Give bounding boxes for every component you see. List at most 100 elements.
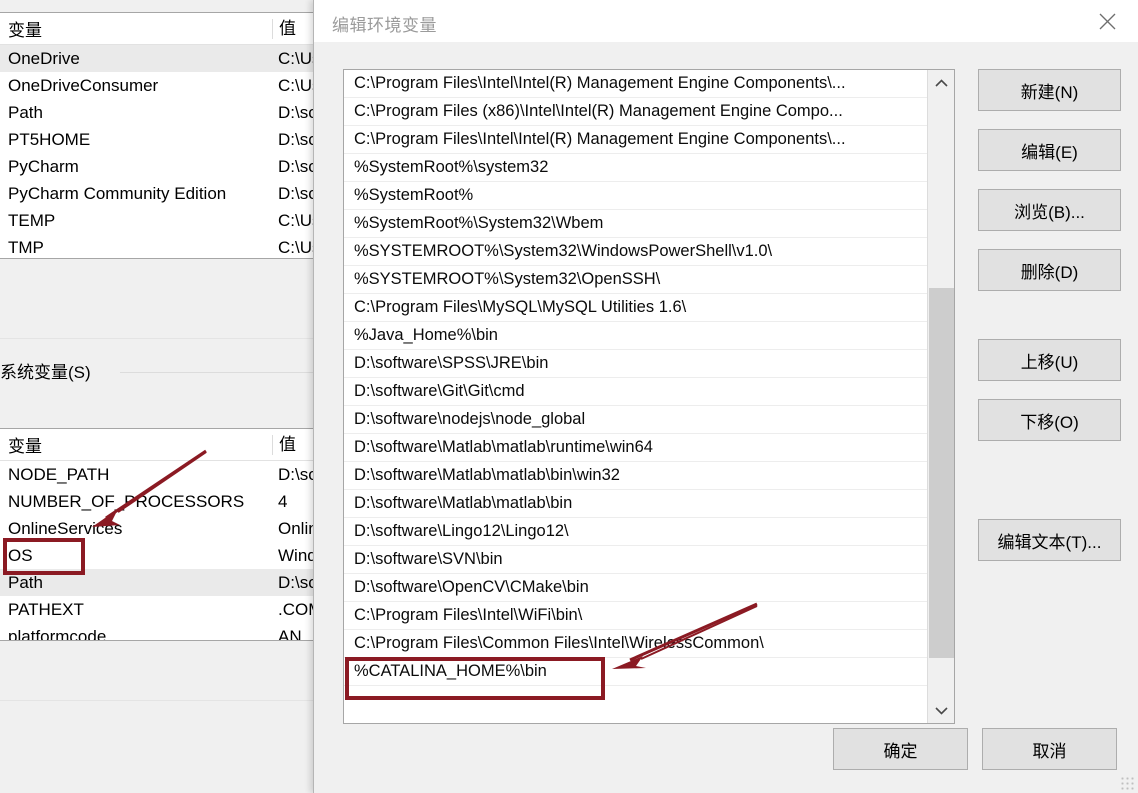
variable-value-cell: D:\so xyxy=(278,572,314,592)
path-entry-row[interactable]: %CATALINA_HOME%\bin xyxy=(344,658,927,686)
path-entry-row[interactable]: D:\software\OpenCV\CMake\bin xyxy=(344,574,927,602)
new-button-label: 新建(N) xyxy=(1020,82,1079,102)
variable-value-cell: C:\Us xyxy=(278,48,313,68)
column-header-variable[interactable]: 变量 xyxy=(0,16,272,41)
variable-value-cell: C:\Us xyxy=(278,75,313,95)
move-down-button[interactable]: 下移(O) xyxy=(978,399,1121,441)
new-button[interactable]: 新建(N) xyxy=(978,69,1121,111)
close-icon[interactable] xyxy=(1084,2,1130,40)
path-entry-row[interactable]: C:\Program Files (x86)\Intel\Intel(R) Ma… xyxy=(344,98,927,126)
browse-button[interactable]: 浏览(B)... xyxy=(978,189,1121,231)
edit-environment-variable-dialog: 编辑环境变量 C:\Program Files\Intel\Intel(R) M… xyxy=(313,0,1138,793)
section-rule xyxy=(120,372,313,373)
table-row[interactable]: PATHEXT .COM xyxy=(0,596,313,623)
path-entry-row[interactable]: D:\software\Matlab\matlab\bin xyxy=(344,490,927,518)
panel-divider xyxy=(0,338,313,339)
ok-button[interactable]: 确定 xyxy=(833,728,968,770)
cancel-button[interactable]: 取消 xyxy=(982,728,1117,770)
panel-divider-bottom xyxy=(0,700,313,701)
path-entry-row[interactable]: %SystemRoot%\system32 xyxy=(344,154,927,182)
variable-value-cell: .COM xyxy=(278,599,313,619)
variable-name-cell: OneDrive xyxy=(8,48,80,68)
variable-name-cell: PT5HOME xyxy=(8,129,91,149)
scrollbar-thumb[interactable] xyxy=(929,288,954,658)
table-row[interactable]: OneDriveConsumer C:\Us xyxy=(0,72,313,99)
table-row[interactable]: TMP C:\Us xyxy=(0,234,313,258)
variable-name-cell: OnlineServices xyxy=(8,518,123,538)
path-entry-row[interactable]: D:\software\Matlab\matlab\bin\win32 xyxy=(344,462,927,490)
system-variables-label-text: 系统变量(S) xyxy=(0,363,91,382)
variable-value-cell: AN xyxy=(278,626,302,641)
variable-value-cell: D:\so xyxy=(278,129,314,149)
system-variables-section-label: 系统变量(S) xyxy=(0,358,313,383)
table-row[interactable]: OS Windo xyxy=(0,542,313,569)
screenshot-root: 变量 值 OneDrive C:\Us OneDriveConsumer C:\Us P… xyxy=(0,0,1138,793)
system-variables-table[interactable]: 变量 值 NODE_PATH D:\so NUMBER_OF_PROCESSORS 4… xyxy=(0,428,314,641)
table-row[interactable]: TEMP C:\Us xyxy=(0,207,313,234)
table-row[interactable]: OneDrive C:\Us xyxy=(0,45,313,72)
move-down-button-label: 下移(O) xyxy=(1020,412,1079,432)
table-row[interactable]: PT5HOME D:\so xyxy=(0,126,314,153)
variable-value-cell: D:\so xyxy=(278,156,314,176)
edit-button-label: 编辑(E) xyxy=(1021,142,1078,162)
user-variables-header: 变量 值 xyxy=(0,13,313,45)
variable-value-cell: Onlin xyxy=(278,518,314,538)
path-entry-row[interactable]: %Java_Home%\bin xyxy=(344,322,927,350)
chevron-down-icon[interactable] xyxy=(928,697,954,723)
environment-variables-window: 变量 值 OneDrive C:\Us OneDriveConsumer C:\Us P… xyxy=(0,0,314,793)
system-variables-header: 变量 值 xyxy=(0,429,313,461)
listbox-scrollbar[interactable] xyxy=(927,70,954,723)
path-entry-row[interactable]: %SYSTEMROOT%\System32\OpenSSH\ xyxy=(344,266,927,294)
variable-name-cell: platformcode xyxy=(8,626,107,641)
path-entry-row[interactable]: C:\Program Files\Intel\WiFi\bin\ xyxy=(344,602,927,630)
variable-name-cell: PyCharm Community Edition xyxy=(8,183,227,203)
path-entry-row[interactable]: C:\Program Files\Intel\Intel(R) Manageme… xyxy=(344,126,927,154)
table-row[interactable]: PyCharm D:\so xyxy=(0,153,314,180)
table-row[interactable]: NUMBER_OF_PROCESSORS 4 xyxy=(0,488,313,515)
edit-button[interactable]: 编辑(E) xyxy=(978,129,1121,171)
path-entry-row[interactable]: D:\software\Matlab\matlab\runtime\win64 xyxy=(344,434,927,462)
table-row[interactable]: platformcode AN xyxy=(0,623,313,641)
edit-text-button-label: 编辑文本(T)... xyxy=(997,532,1102,552)
path-entry-row[interactable]: C:\Program Files\Common Files\Intel\Wire… xyxy=(344,630,927,658)
variable-name-cell: NUMBER_OF_PROCESSORS xyxy=(8,491,245,511)
variable-value-cell: Windo xyxy=(278,545,313,565)
variable-name-cell: TMP xyxy=(8,237,44,257)
path-entries-listbox[interactable]: C:\Program Files\Intel\Intel(R) Manageme… xyxy=(343,69,955,724)
resize-grip-icon xyxy=(1120,776,1134,790)
table-row[interactable]: Path D:\so xyxy=(0,569,314,596)
dialog-body: C:\Program Files\Intel\Intel(R) Manageme… xyxy=(314,42,1138,793)
path-entry-row[interactable]: D:\software\nodejs\node_global xyxy=(344,406,927,434)
table-row[interactable]: PyCharm Community Edition D:\so xyxy=(0,180,313,207)
path-entry-row[interactable]: C:\Program Files\Intel\Intel(R) Manageme… xyxy=(344,70,927,98)
variable-value-cell: D:\so xyxy=(278,102,314,122)
move-up-button[interactable]: 上移(U) xyxy=(978,339,1121,381)
variable-value-cell: 4 xyxy=(278,491,288,511)
table-row[interactable]: OnlineServices Onlin xyxy=(0,515,314,542)
chevron-up-icon[interactable] xyxy=(928,70,954,96)
column-header-variable[interactable]: 变量 xyxy=(0,432,272,457)
path-entry-row[interactable]: %SystemRoot% xyxy=(344,182,927,210)
variable-value-cell: C:\Us xyxy=(278,210,313,230)
path-entry-row[interactable]: %SystemRoot%\System32\Wbem xyxy=(344,210,927,238)
path-entry-row[interactable]: D:\software\Lingo12\Lingo12\ xyxy=(344,518,927,546)
delete-button-label: 删除(D) xyxy=(1020,262,1079,282)
column-header-value[interactable]: 值 xyxy=(272,18,313,39)
path-entry-row[interactable]: D:\software\Git\Git\cmd xyxy=(344,378,927,406)
user-variables-table[interactable]: 变量 值 OneDrive C:\Us OneDriveConsumer C:\Us P… xyxy=(0,12,314,259)
column-header-value[interactable]: 值 xyxy=(272,434,313,455)
table-row[interactable]: Path D:\so xyxy=(0,99,314,126)
delete-button[interactable]: 删除(D) xyxy=(978,249,1121,291)
variable-name-cell: OS xyxy=(8,545,33,565)
variable-name-cell: PATHEXT xyxy=(8,599,84,619)
path-entry-row[interactable]: C:\Program Files\MySQL\MySQL Utilities 1… xyxy=(344,294,927,322)
table-row[interactable]: NODE_PATH D:\so xyxy=(0,461,314,488)
path-entry-row[interactable]: D:\software\SVN\bin xyxy=(344,546,927,574)
variable-value-cell: D:\so xyxy=(278,464,314,484)
path-entry-row[interactable]: %SYSTEMROOT%\System32\WindowsPowerShell\… xyxy=(344,238,927,266)
variable-value-cell: C:\Us xyxy=(278,237,313,257)
cancel-button-label: 取消 xyxy=(1032,741,1067,761)
path-entry-row[interactable]: D:\software\SPSS\JRE\bin xyxy=(344,350,927,378)
move-up-button-label: 上移(U) xyxy=(1020,352,1079,372)
edit-text-button[interactable]: 编辑文本(T)... xyxy=(978,519,1121,561)
